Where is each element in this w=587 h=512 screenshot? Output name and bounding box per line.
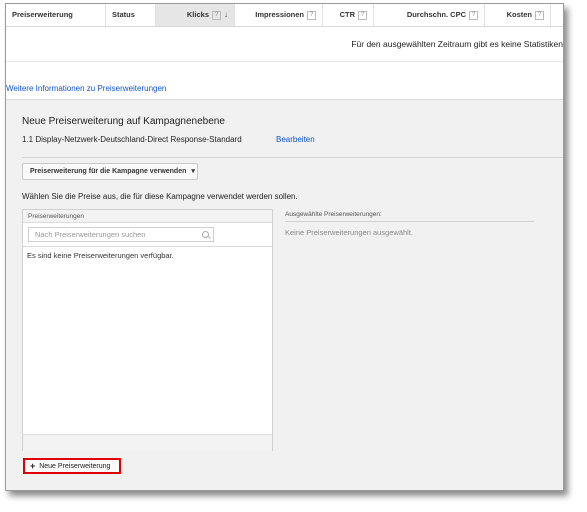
- help-icon[interactable]: ?: [358, 10, 367, 20]
- column-header-kosten[interactable]: Kosten?: [485, 4, 551, 26]
- sort-down-icon: ↓: [224, 10, 228, 19]
- more-info-link[interactable]: Weitere Informationen zu Preiserweiterun…: [6, 84, 166, 93]
- dropdown-label: Preiserweiterung für die Kampagne verwen…: [30, 168, 187, 175]
- extension-scope-dropdown[interactable]: Preiserweiterung für die Kampagne verwen…: [22, 163, 198, 180]
- help-icon[interactable]: ?: [535, 10, 544, 20]
- no-selection-message: Keine Preiserweiterungen ausgewählt.: [285, 228, 413, 237]
- stats-empty-row: Für den ausgewählten Zeitraum gibt es ke…: [6, 27, 563, 62]
- screenshot-frame: Preiserweiterung Status Klicks? ↓ Impress…: [5, 3, 564, 491]
- column-header-status[interactable]: Status: [106, 4, 156, 26]
- stats-table-header: Preiserweiterung Status Klicks? ↓ Impress…: [6, 4, 563, 27]
- chevron-down-icon: ▾: [191, 168, 195, 175]
- no-stats-message: Für den ausgewählten Zeitraum gibt es ke…: [351, 39, 563, 49]
- list-header: Preiserweiterungen: [23, 210, 272, 223]
- search-icon: [202, 231, 209, 238]
- extension-list-box: Preiserweiterungen Nach Preiserweiterung…: [22, 209, 273, 451]
- extension-search-input[interactable]: Nach Preiserweiterungen suchen: [28, 227, 214, 242]
- column-header-cpc[interactable]: Durchschn. CPC?: [374, 4, 485, 26]
- help-icon[interactable]: ?: [307, 10, 316, 20]
- help-icon[interactable]: ?: [212, 10, 221, 20]
- list-separator: [23, 246, 272, 247]
- list-footer: [23, 434, 272, 451]
- column-header-impressionen[interactable]: Impressionen?: [235, 4, 323, 26]
- new-extension-panel: Neue Preiserweiterung auf Kampagnenebene…: [6, 99, 563, 490]
- no-extensions-message: Es sind keine Preiserweiterungen verfügb…: [27, 251, 174, 260]
- campaign-name: 1.1 Display-Netzwerk-Deutschland-Direct …: [22, 135, 242, 144]
- column-header-ctr[interactable]: CTR?: [323, 4, 374, 26]
- panel-title: Neue Preiserweiterung auf Kampagnenebene: [22, 116, 225, 127]
- divider: [22, 157, 563, 158]
- selected-extensions-header: Ausgewählte Preiserweiterungen:: [285, 211, 534, 222]
- column-header-klicks[interactable]: Klicks? ↓: [156, 4, 235, 26]
- column-header-preiserweiterung[interactable]: Preiserweiterung: [6, 4, 106, 26]
- instruction-text: Wählen Sie die Preise aus, die für diese…: [22, 192, 298, 201]
- help-icon[interactable]: ?: [469, 10, 478, 20]
- plus-icon: +: [30, 461, 36, 471]
- edit-campaign-link[interactable]: Bearbeiten: [276, 135, 315, 144]
- new-price-extension-button[interactable]: + Neue Preiserweiterung: [23, 458, 121, 474]
